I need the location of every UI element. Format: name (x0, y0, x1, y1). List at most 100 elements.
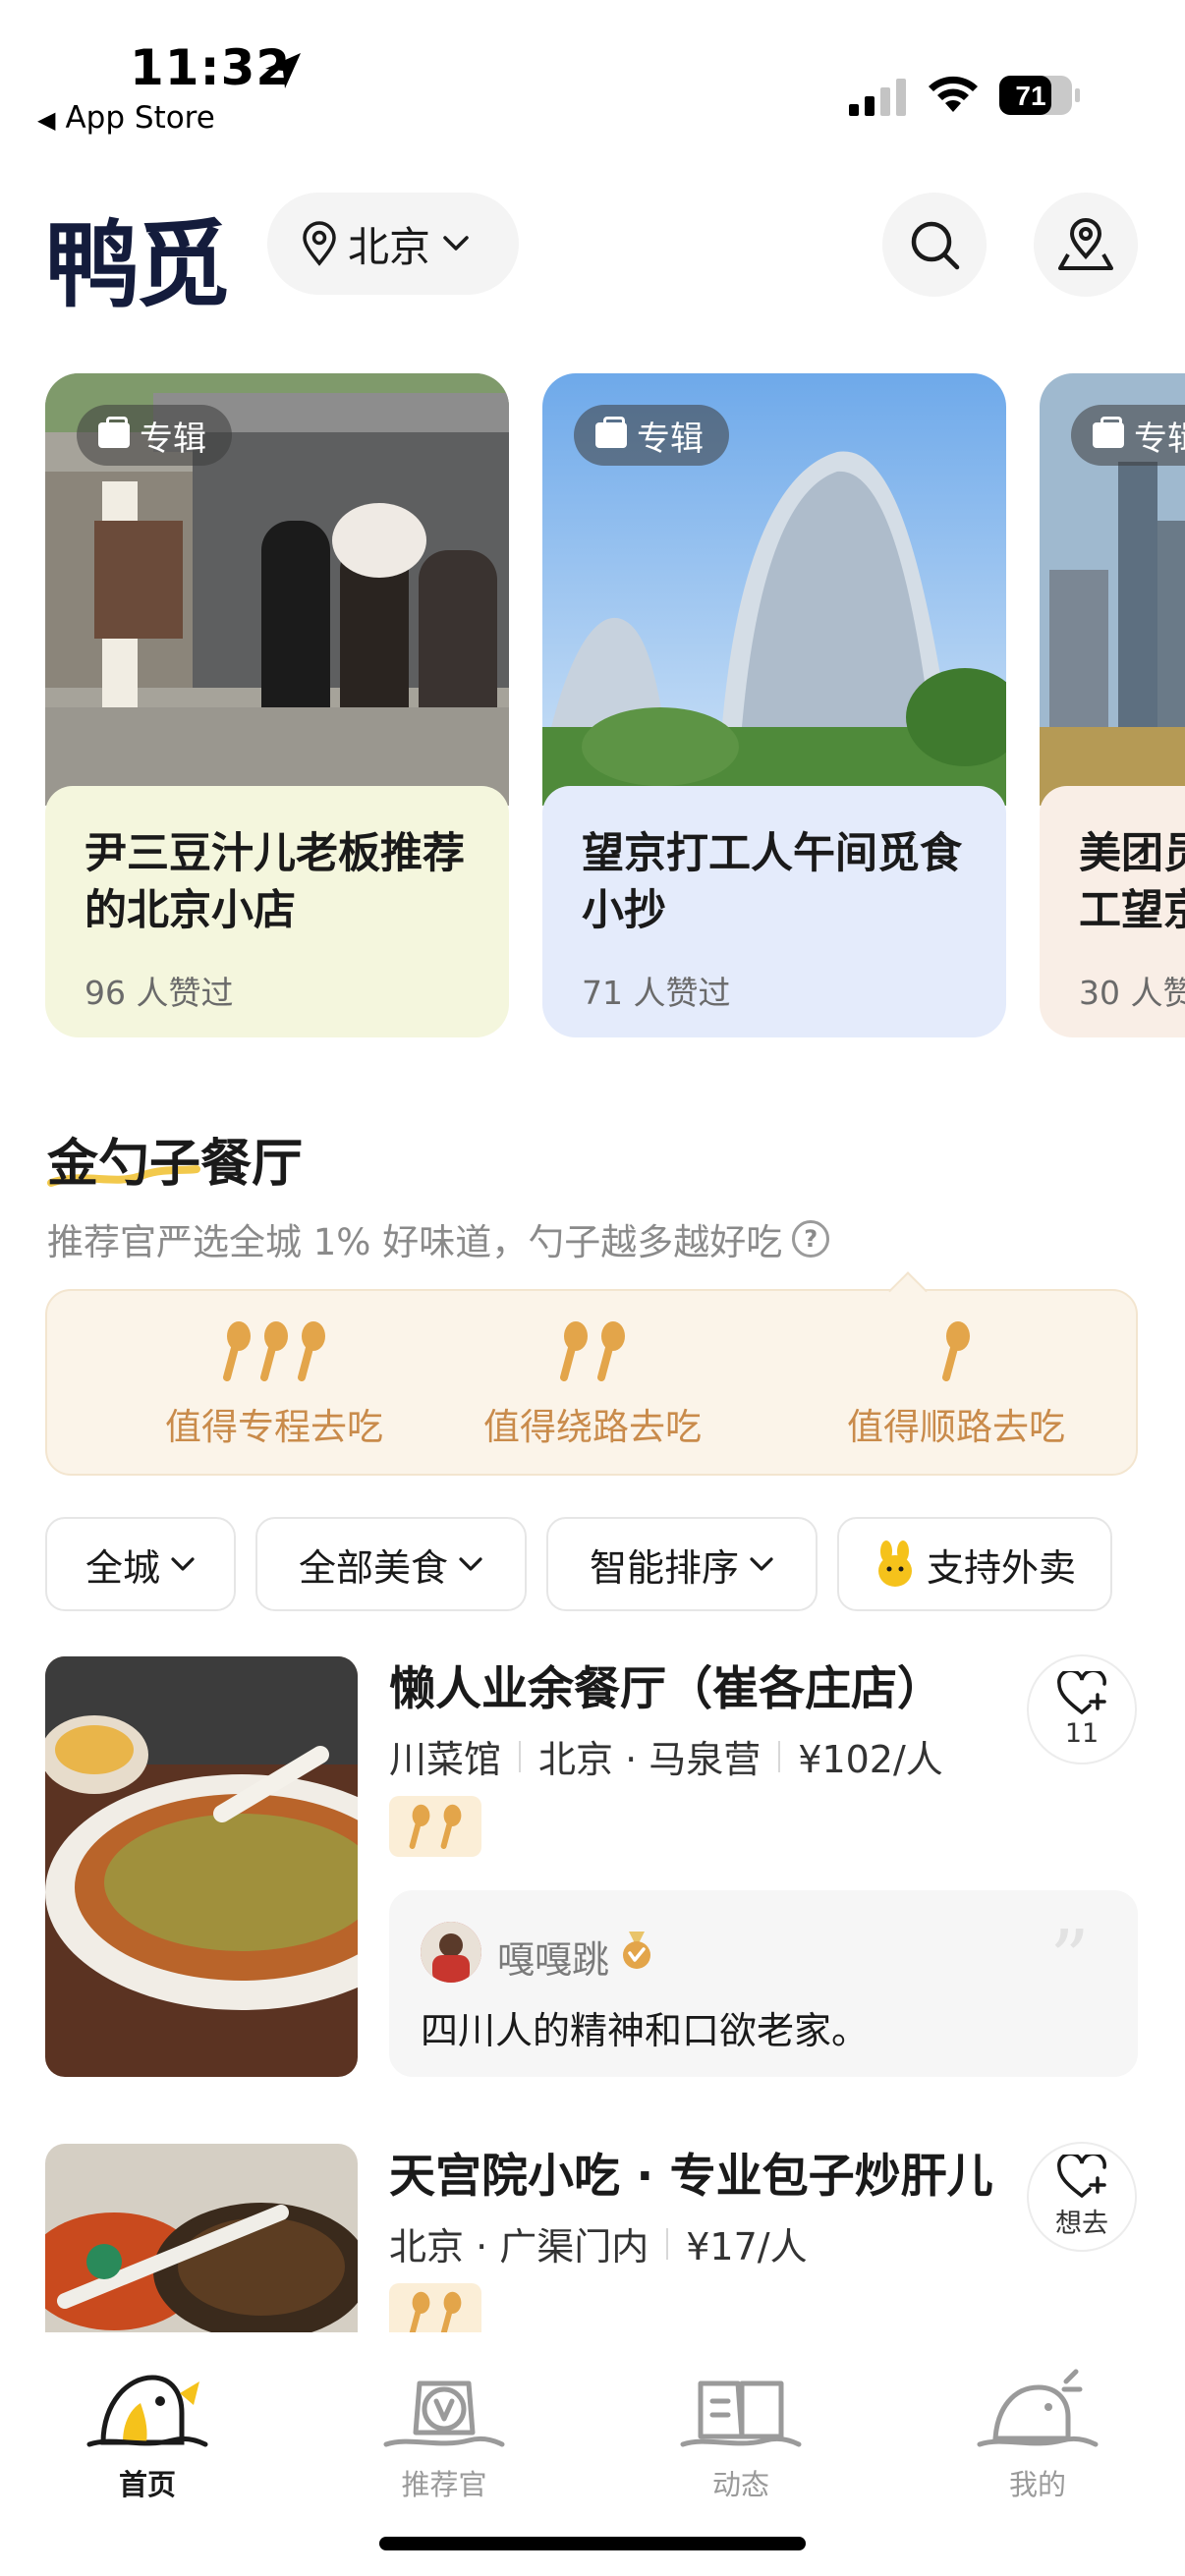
spoon-icon (597, 1321, 625, 1381)
status-bar: 11:32 ◀ App Store 71 (0, 0, 1185, 147)
tab-feed[interactable]: 动态 (652, 2354, 829, 2503)
filter-label: 智能排序 (589, 1545, 739, 1590)
tab-profile[interactable]: 我的 (949, 2354, 1126, 2503)
city-selector[interactable]: 北京 (267, 193, 519, 295)
favorite-button[interactable]: 11 (1027, 1654, 1137, 1764)
wifi-icon (929, 76, 978, 112)
battery-indicator: 71 (998, 75, 1081, 120)
location-arrow-icon (265, 53, 301, 88)
review-snippet[interactable]: 嘎嘎跳 ” 四川人的精神和口欲老家。 (389, 1890, 1138, 2077)
reviewer-name: 嘎嘎跳 (497, 1938, 610, 1982)
filter-delivery[interactable]: 支持外卖 (837, 1517, 1112, 1611)
cellular-signal-icon (849, 79, 906, 116)
spoon-level-label: 值得专程去吃 (165, 1406, 383, 1448)
section-subtitle: 推荐官严选全城 1% 好味道，勺子越多越好吃 ? (47, 1212, 830, 1265)
filter-label: 全城 (85, 1545, 160, 1590)
restaurant-category: 川菜馆 (389, 1738, 502, 1781)
map-pin-icon (1058, 218, 1113, 270)
album-tag-label: 专辑 (140, 419, 206, 459)
restaurant-location: 北京 · 广渠门内 (389, 2225, 649, 2268)
spoon-icon (409, 1804, 430, 1849)
spoon-level-label: 值得绕路去吃 (483, 1406, 702, 1448)
spoon-icon (223, 1321, 251, 1381)
review-text: 四川人的精神和口欲老家。 (421, 2009, 870, 2052)
heart-plus-icon (1057, 1670, 1106, 1714)
tab-label: 推荐官 (401, 2468, 487, 2501)
chevron-down-icon (171, 1557, 195, 1571)
restaurant-meta: 川菜馆 北京 · 马泉营 ¥102/人 (389, 1729, 943, 1783)
back-triangle-icon: ◀ (37, 106, 56, 134)
spoon-icons (411, 1320, 774, 1381)
spoon-icon (260, 1321, 288, 1381)
book-icon (680, 2380, 802, 2447)
back-to-app-store[interactable]: ◀ App Store (37, 100, 215, 136)
chevron-down-icon (443, 236, 469, 251)
album-title: 美团员工望京园 (1079, 829, 1185, 945)
restaurant-photo (45, 1656, 358, 2077)
city-label: 北京 (348, 222, 431, 271)
filter-area[interactable]: 全城 (45, 1517, 236, 1611)
album-likes: 96 人赞过 (85, 974, 234, 1012)
help-icon[interactable]: ? (792, 1220, 830, 1258)
home-indicator[interactable] (379, 2537, 806, 2550)
heart-plus-icon (1057, 2154, 1106, 2198)
duck-profile-icon (977, 2369, 1099, 2447)
tab-recommenders[interactable]: 推荐官 (356, 2354, 533, 2503)
section-title: 金勺子餐厅 (47, 1135, 304, 1194)
spoon-level-label: 值得顺路去吃 (847, 1406, 1065, 1448)
album-likes: 71 人赞过 (582, 974, 731, 1012)
tab-label: 我的 (1008, 2468, 1066, 2501)
search-button[interactable] (882, 193, 987, 297)
chevron-down-icon (750, 1557, 773, 1571)
avatar (421, 1922, 481, 1983)
want-to-go-button[interactable]: 想去 (1027, 2142, 1137, 2252)
battery-icon: 71 (999, 76, 1080, 115)
tab-label: 首页 (118, 2468, 176, 2501)
album-info: 美团员工望京园 30 人赞过 (1040, 786, 1185, 1037)
spoon-level-3: 值得专程去吃 (92, 1320, 456, 1450)
album-tag: 专辑 (1071, 405, 1185, 466)
album-tag: 专辑 (574, 405, 729, 466)
tab-label: 动态 (711, 2468, 769, 2501)
map-button[interactable] (1034, 193, 1138, 297)
album-carousel[interactable]: 专辑 尹三豆汁儿老板推荐的北京小店 96 人赞过 专辑 望京打工人午间觅食小抄 … (0, 373, 1185, 1037)
tab-home[interactable]: 首页 (59, 2354, 236, 2503)
spoon-icon (440, 1804, 462, 1849)
filter-sort[interactable]: 智能排序 (546, 1517, 818, 1611)
restaurant-location: 北京 · 马泉营 (538, 1738, 762, 1781)
album-card[interactable]: 专辑 美团员工望京园 30 人赞过 (1040, 373, 1185, 1037)
album-card[interactable]: 专辑 望京打工人午间觅食小抄 71 人赞过 (542, 373, 1006, 1037)
spoon-icon (440, 2291, 462, 2332)
briefcase-icon (595, 417, 627, 448)
duck-home-icon (86, 2375, 208, 2447)
svg-text:71: 71 (1015, 81, 1045, 111)
spoon-icon (942, 1321, 970, 1381)
medal-icon (623, 1932, 650, 1969)
chevron-down-icon (459, 1557, 482, 1571)
album-likes: 30 人赞过 (1079, 974, 1185, 1012)
briefcase-icon (1093, 417, 1124, 448)
album-card[interactable]: 专辑 尹三豆汁儿老板推荐的北京小店 96 人赞过 (45, 373, 509, 1037)
quote-icon: ” (1049, 1913, 1090, 2004)
filter-label: 全部美食 (298, 1545, 448, 1590)
album-tag-label: 专辑 (1134, 419, 1185, 459)
spoon-legend: 值得专程去吃 值得绕路去吃 值得顺路去吃 (45, 1289, 1138, 1476)
restaurant-meta: 北京 · 广渠门内 ¥17/人 (389, 2216, 808, 2270)
spoon-icon (560, 1321, 588, 1381)
restaurant-name: 懒人业余餐厅（崔各庄店） (389, 1662, 943, 1716)
restaurant-price: ¥102/人 (798, 1738, 943, 1781)
album-tag-label: 专辑 (637, 419, 704, 459)
restaurant-price: ¥17/人 (686, 2225, 808, 2268)
spoon-rating-badge (389, 2283, 481, 2332)
divider (778, 1740, 781, 1772)
album-info: 望京打工人午间觅食小抄 71 人赞过 (542, 786, 1006, 1037)
album-title: 尹三豆汁儿老板推荐的北京小店 (85, 829, 465, 935)
spoon-rating-badge (389, 1796, 481, 1857)
favorite-label: 想去 (1055, 2208, 1108, 2239)
spoon-level-2: 值得绕路去吃 (411, 1320, 774, 1450)
spoon-icons (774, 1320, 1138, 1381)
divider (666, 2227, 669, 2260)
album-info: 尹三豆汁儿老板推荐的北京小店 96 人赞过 (45, 786, 509, 1037)
filter-cuisine[interactable]: 全部美食 (255, 1517, 527, 1611)
album-title: 望京打工人午间觅食小抄 (582, 829, 962, 935)
